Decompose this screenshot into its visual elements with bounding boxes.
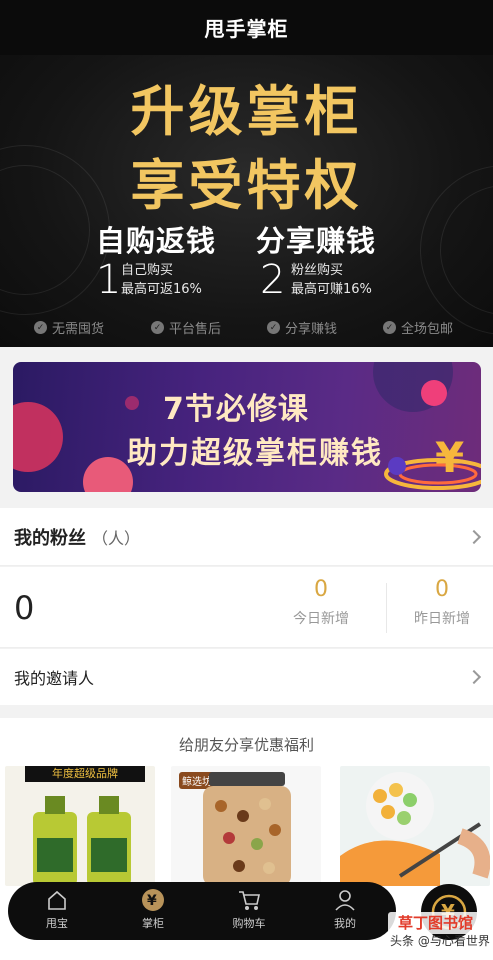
- product-badge: 年度超级品牌: [25, 766, 145, 782]
- stat-yesterday-value: 0: [435, 577, 449, 602]
- product-card-oil[interactable]: 年度超级品牌: [5, 766, 155, 886]
- watermark-tag: 草丁图书馆: [388, 912, 483, 934]
- hero-feature: ✓ 全场包邮: [383, 318, 453, 337]
- product-card-melon-baller[interactable]: [340, 766, 490, 886]
- yen-coin-illustration-icon: ¥: [384, 433, 481, 490]
- user-icon: [333, 888, 357, 912]
- banner-line-2: 助力超级掌柜赚钱: [127, 436, 383, 471]
- watermark-text: 头条 @与心看世界: [390, 934, 490, 948]
- svg-text:¥: ¥: [147, 893, 157, 909]
- hero-item1-number: 1: [96, 257, 122, 303]
- share-title: 给朋友分享优惠福利: [178, 736, 314, 754]
- page-title: 甩手掌柜: [204, 17, 289, 41]
- home-icon: [45, 888, 69, 912]
- course-banner[interactable]: ¥ 7节必修课 助力超级掌柜赚钱: [13, 362, 481, 492]
- nav-label: 掌柜: [142, 917, 164, 930]
- hero-feature: ✓ 无需囤货: [34, 318, 104, 337]
- hero-headline-1: 升级掌柜: [130, 80, 363, 143]
- fans-title: 我的粉丝: [14, 527, 86, 549]
- chevron-right-icon: [466, 669, 482, 685]
- decor-circle: [83, 457, 133, 492]
- melon-baller-icon: [340, 772, 490, 886]
- stat-today-value: 0: [314, 577, 328, 602]
- watermark: 头条 @与心看世界: [390, 932, 490, 949]
- fans-header[interactable]: 我的粉丝 （人）: [0, 508, 493, 566]
- decor-circle: [125, 396, 139, 410]
- hero-feature: ✓ 分享赚钱: [267, 318, 337, 337]
- divider: [386, 583, 387, 633]
- inviter-row[interactable]: 我的邀请人: [0, 649, 493, 705]
- cart-icon: [237, 888, 261, 912]
- hero-feature-label: 平台售后: [169, 322, 222, 337]
- fans-total: 0: [14, 589, 35, 627]
- nav-label: 我的: [334, 917, 356, 930]
- hero-item1-line1: 自己购买: [121, 263, 174, 278]
- stat-yesterday-label: 昨日新增: [414, 611, 470, 627]
- nav-item-cart[interactable]: 购物车: [214, 888, 284, 931]
- hero-feature-label: 无需囤货: [52, 322, 105, 337]
- inviter-label: 我的邀请人: [14, 669, 95, 688]
- stat-yesterday: 0 昨日新增: [392, 577, 492, 628]
- stat-today-label: 今日新增: [293, 611, 349, 627]
- check-icon: ✓: [383, 321, 396, 334]
- nav-label: 甩宝: [46, 917, 68, 930]
- bottom-nav: 甩宝 ¥ 掌柜 购物车 我的: [8, 882, 396, 940]
- chevron-right-icon: [466, 529, 482, 545]
- check-icon: ✓: [151, 321, 164, 334]
- hero-item1-line2: 最高可返16%: [121, 282, 202, 297]
- yen-icon: ¥: [141, 888, 165, 912]
- hero-banner: 升级掌柜 享受特权 自购返钱 分享赚钱 1 自己购买 最高可返16% 2 粉丝购…: [0, 55, 493, 347]
- nav-item-manager[interactable]: ¥ 掌柜: [118, 888, 188, 931]
- hero-feature-label: 分享赚钱: [285, 322, 338, 337]
- stat-today: 0 今日新增: [271, 577, 371, 628]
- decor-circle: [13, 402, 63, 472]
- hero-item2-number: 2: [260, 257, 286, 303]
- nut-jar-icon: [203, 772, 291, 886]
- nav-item-mine[interactable]: 我的: [310, 888, 380, 931]
- hero-sub-right: 分享赚钱: [256, 224, 377, 258]
- hero-item2-line2: 最高可赚16%: [291, 282, 372, 297]
- check-icon: ✓: [267, 321, 280, 334]
- svg-text:¥: ¥: [435, 433, 464, 482]
- oil-bottle-icon: [33, 796, 131, 886]
- check-icon: ✓: [34, 321, 47, 334]
- nav-label: 购物车: [232, 917, 266, 930]
- nav-item-home[interactable]: 甩宝: [22, 888, 92, 931]
- hero-sub-left: 自购返钱: [96, 224, 217, 258]
- fans-stats: 0 0 今日新增 0 昨日新增: [0, 567, 493, 648]
- top-bar: 甩手掌柜: [0, 0, 493, 55]
- hero-feature-label: 全场包邮: [401, 322, 454, 337]
- hero-feature: ✓ 平台售后: [151, 318, 221, 337]
- hero-headline-2: 享受特权: [130, 154, 363, 217]
- hero-item2-line1: 粉丝购买: [291, 263, 344, 278]
- fans-unit: （人）: [92, 528, 141, 548]
- banner-line-1: 7节必修课: [163, 392, 309, 427]
- decor-circle: [421, 380, 447, 406]
- product-card-nuts[interactable]: 鲸选坊: [171, 766, 321, 886]
